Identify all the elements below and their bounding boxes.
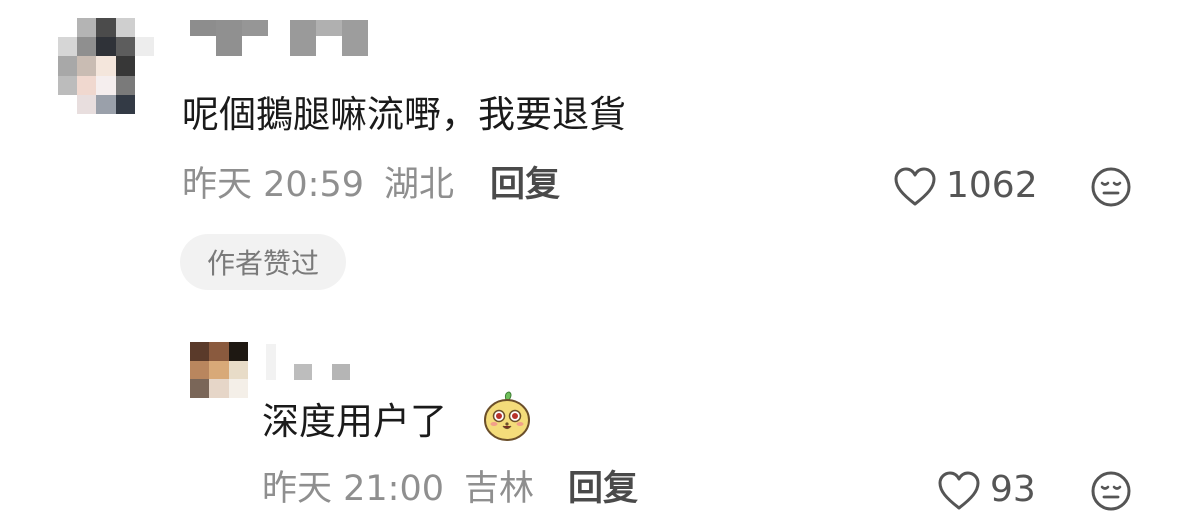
avatar-pixel: [190, 360, 210, 380]
neutral-face-icon: [1091, 471, 1131, 511]
avatar-pixel: [115, 18, 135, 38]
reply-time: 昨天 21:00: [262, 469, 444, 509]
avatar-pixel: [58, 56, 78, 76]
heart-outline-icon: [938, 471, 980, 510]
avatar-pixel: [190, 342, 210, 361]
avatar-pixel: [134, 94, 154, 114]
avatar-pixel: [115, 37, 135, 57]
reply-button[interactable]: 回复: [490, 168, 560, 203]
avatar-pixel: [58, 37, 78, 57]
avatar-pixel: [115, 75, 135, 95]
avatar-pixel: [77, 75, 97, 95]
avatar-pixel: [115, 56, 135, 76]
avatar-pixel: [96, 94, 116, 114]
avatar-pixel: [96, 75, 116, 95]
avatar-pixel: [77, 56, 97, 76]
neutral-face-icon: [1091, 167, 1131, 207]
avatar-pixel: [134, 56, 154, 76]
reply-like-count: 93: [990, 469, 1036, 510]
avatar-pixel: [96, 18, 116, 38]
avatar-pixel: [134, 75, 154, 95]
avatar-pixel: [58, 75, 78, 95]
comment-time: 昨天 20:59: [182, 165, 364, 205]
avatar-pixel: [77, 94, 97, 114]
reply-more-button[interactable]: [1090, 470, 1132, 512]
avatar-pixel: [58, 94, 78, 114]
avatar-pixel: [228, 342, 248, 361]
avatar-pixel: [58, 18, 78, 38]
reply-like-button[interactable]: [936, 470, 982, 512]
smiling-cartoon-sticker-icon: [482, 390, 532, 442]
replier-username[interactable]: [266, 344, 350, 380]
commenter-avatar[interactable]: [58, 18, 154, 114]
author-liked-badge: 作者赞过: [180, 234, 346, 290]
avatar-pixel: [209, 342, 229, 361]
avatar-pixel: [209, 360, 229, 380]
reply-location: 吉林: [464, 469, 535, 509]
comment-text: 呢個鵝腿嘛流嘢，我要退貨: [182, 93, 626, 136]
commenter-username[interactable]: [190, 20, 368, 56]
replier-avatar[interactable]: [190, 342, 248, 398]
avatar-pixel: [96, 37, 116, 57]
like-count: 1062: [946, 165, 1038, 206]
comment-location: 湖北: [384, 165, 455, 205]
avatar-pixel: [134, 37, 154, 57]
like-button[interactable]: [892, 166, 938, 208]
avatar-pixel: [96, 56, 116, 76]
avatar-pixel: [209, 379, 229, 398]
avatar-pixel: [228, 379, 248, 398]
avatar-pixel: [77, 37, 97, 57]
avatar-pixel: [228, 360, 248, 380]
heart-outline-icon: [894, 167, 936, 206]
avatar-pixel: [77, 18, 97, 38]
reply-reply-button[interactable]: 回复: [568, 472, 638, 507]
avatar-pixel: [190, 379, 210, 398]
avatar-pixel: [115, 94, 135, 114]
more-button[interactable]: [1090, 166, 1132, 208]
avatar-pixel: [134, 18, 154, 38]
reply-text: 深度用户了: [262, 400, 447, 443]
